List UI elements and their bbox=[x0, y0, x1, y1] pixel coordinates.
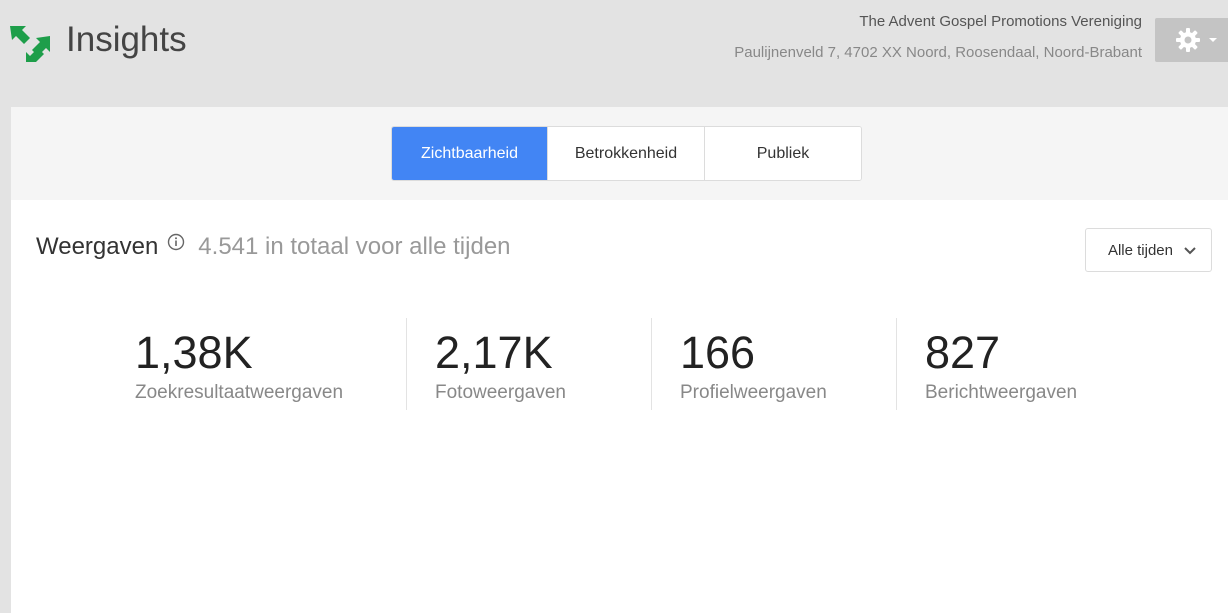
app-title: Insights bbox=[66, 20, 187, 59]
chevron-down-icon bbox=[1184, 246, 1196, 254]
time-range-value: Alle tijden bbox=[1107, 241, 1173, 259]
metric-value: 1,38K bbox=[135, 327, 253, 378]
views-title: Weergaven bbox=[36, 233, 159, 260]
metric-divider bbox=[896, 318, 897, 410]
views-header: Weergaven 4.541 in totaal voor alle tijd… bbox=[36, 231, 511, 263]
metric-photo-views: 2,17K Fotoweergaven bbox=[435, 318, 566, 410]
insights-logo-icon bbox=[8, 22, 52, 62]
tab-publiek[interactable]: Publiek bbox=[704, 127, 861, 180]
business-info: The Advent Gospel Promotions Vereniging … bbox=[734, 12, 1142, 63]
metric-label: Fotoweergaven bbox=[435, 382, 566, 403]
metric-divider bbox=[651, 318, 652, 410]
metric-profile-views: 166 Profielweergaven bbox=[680, 318, 827, 410]
metric-value: 2,17K bbox=[435, 327, 553, 378]
views-total: 4.541 in totaal voor alle tijden bbox=[198, 233, 511, 260]
metric-label: Berichtweergaven bbox=[925, 382, 1078, 403]
metric-value: 827 bbox=[925, 327, 1001, 378]
metric-label: Zoekresultaatweergaven bbox=[135, 382, 344, 403]
caret-down-icon bbox=[1209, 38, 1217, 42]
metric-divider bbox=[406, 318, 407, 410]
tab-group: Zichtbaarheid Betrokkenheid Publiek bbox=[391, 126, 862, 181]
metric-post-views: 827 Berichtweergaven bbox=[925, 318, 1077, 410]
metric-value: 166 bbox=[680, 327, 756, 378]
metric-label: Profielweergaven bbox=[680, 382, 827, 403]
business-address: Paulijnenveld 7, 4702 XX Noord, Roosenda… bbox=[734, 44, 1142, 61]
metric-search-views: 1,38K Zoekresultaatweergaven bbox=[135, 318, 343, 410]
time-range-dropdown[interactable]: Alle tijden bbox=[1084, 228, 1212, 272]
insights-panel: Zichtbaarheid Betrokkenheid Publiek Weer… bbox=[11, 107, 1228, 613]
settings-button[interactable] bbox=[1155, 18, 1228, 62]
business-name: The Advent Gospel Promotions Vereniging bbox=[859, 13, 1142, 30]
tab-zichtbaarheid[interactable]: Zichtbaarheid bbox=[392, 127, 547, 180]
info-icon[interactable] bbox=[167, 231, 185, 263]
gear-icon bbox=[1176, 28, 1200, 52]
tabs-bar: Zichtbaarheid Betrokkenheid Publiek bbox=[11, 107, 1228, 200]
tab-betrokkenheid[interactable]: Betrokkenheid bbox=[547, 127, 704, 180]
